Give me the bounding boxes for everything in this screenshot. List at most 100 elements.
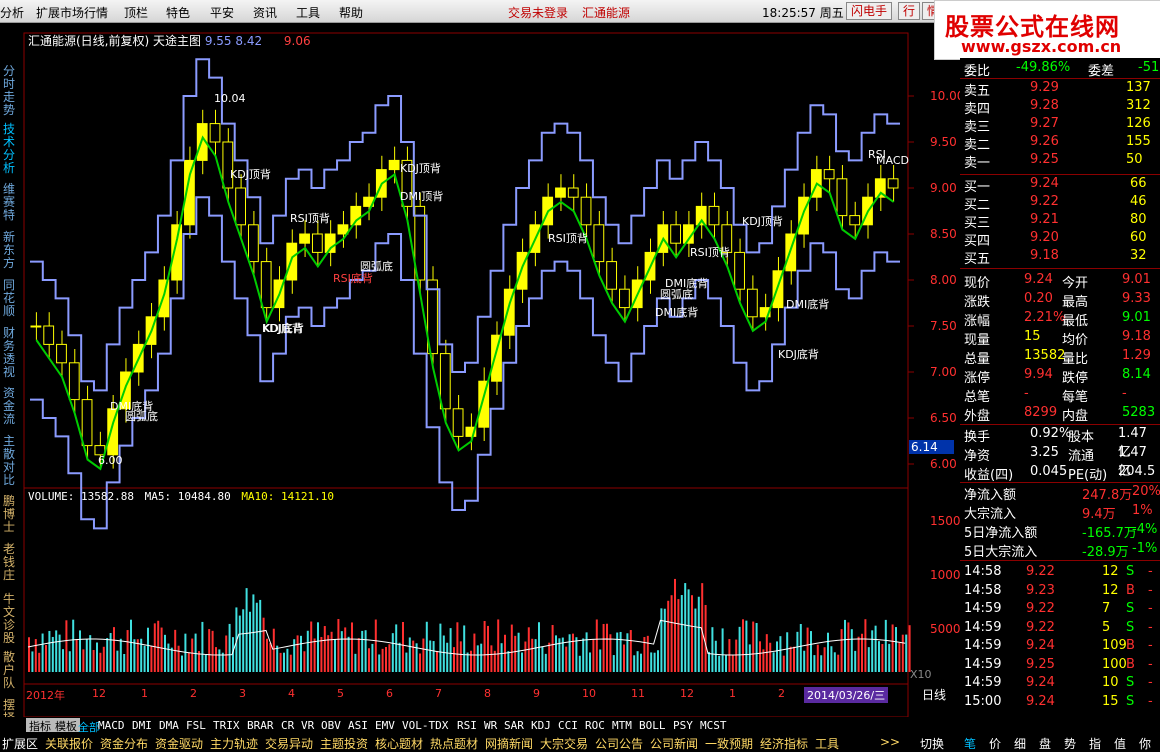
volume-bar	[204, 654, 207, 672]
fin-row: 净资 3.25 流通 1.47亿	[962, 445, 1158, 479]
quote-cell: 9.18	[1122, 329, 1151, 344]
quote-cell: 5日大宗流入	[964, 545, 1038, 560]
volume-bar	[738, 626, 741, 672]
indicator-tab[interactable]: BRAR	[247, 719, 274, 732]
quote-cell: 14:58	[964, 582, 1002, 598]
volume-bar	[150, 645, 153, 672]
extension-tab[interactable]: 核心题材	[375, 735, 423, 752]
volume-bar	[476, 645, 479, 672]
quote-cell: 14:59	[964, 601, 1002, 616]
extension-tab[interactable]: 主题投资	[320, 735, 368, 752]
switch-button[interactable]: 切换	[920, 735, 944, 752]
detail-tab[interactable]: 你	[1139, 735, 1151, 752]
bid-row: 买二 9.22 46	[962, 194, 1158, 213]
indicator-tab[interactable]: 模板	[52, 718, 80, 733]
indicator-tab[interactable]: VOL-TDX	[402, 719, 448, 732]
volume-bar	[660, 608, 663, 672]
price-tick: 7.00	[930, 365, 957, 379]
indicator-tab[interactable]: ASI	[348, 719, 368, 732]
signal-label: KDJ底背	[262, 322, 303, 335]
indicator-tab[interactable]: KDJ	[531, 719, 551, 732]
stat-row: 现价 9.24 今开 9.01	[962, 272, 1158, 291]
quote-cell: 现价	[964, 276, 991, 291]
more-tabs-button[interactable]: >>	[880, 735, 900, 749]
extension-tab[interactable]: 主力轨迹	[210, 735, 258, 752]
quote-cell: -	[1148, 675, 1153, 690]
volume-bar	[351, 622, 353, 672]
extension-tab[interactable]: 热点题材	[430, 735, 478, 752]
tick-row: 14:59 9.24 10 S -	[962, 675, 1158, 693]
extension-tab[interactable]: 资金驱动	[155, 735, 203, 752]
indicator-tab[interactable]: RSI	[457, 719, 477, 732]
signal-label: MACD	[876, 154, 909, 167]
extension-tab[interactable]: 资金分布	[100, 735, 148, 752]
detail-tab[interactable]: 值	[1114, 735, 1126, 752]
volume-bar	[453, 647, 455, 672]
volume-bar	[89, 635, 92, 672]
ask-row: 卖一 9.25 50	[962, 152, 1158, 171]
detail-tab[interactable]: 细	[1014, 735, 1026, 752]
indicator-tab[interactable]: ROC	[585, 719, 605, 732]
indicator-tab[interactable]: PSY	[673, 719, 693, 732]
ask-row: 卖三 9.27 126	[962, 116, 1158, 135]
extension-tab[interactable]: 关联报价	[45, 735, 93, 752]
indicator-tab[interactable]: BOLL	[639, 719, 666, 732]
detail-tab[interactable]: 笔	[964, 735, 976, 752]
volume-bar	[684, 583, 687, 672]
candle-body	[299, 233, 310, 244]
volume-bar	[249, 611, 251, 672]
indicator-tab[interactable]: WR	[484, 719, 497, 732]
detail-tab[interactable]: 价	[989, 735, 1001, 752]
extension-tab[interactable]: 扩展区	[2, 735, 38, 752]
indicator-tab[interactable]: OBV	[321, 719, 341, 732]
volume-bar	[711, 627, 714, 672]
quote-cell: 9.20	[1030, 230, 1059, 245]
indicator-tab[interactable]: DMI	[132, 719, 152, 732]
quote-cell: 9.29	[1030, 80, 1059, 95]
extension-tab[interactable]: 交易异动	[265, 735, 313, 752]
candle-body	[567, 187, 579, 198]
extension-tab[interactable]: 公司新闻	[650, 735, 698, 752]
indicator-tab[interactable]: DMA	[159, 719, 179, 732]
detail-tab[interactable]: 势	[1064, 735, 1076, 752]
indicator-tab[interactable]: EMV	[375, 719, 395, 732]
price-tick: 8.00	[930, 273, 957, 287]
tick-row: 14:58 9.23 12 B -	[962, 583, 1158, 601]
extension-tab[interactable]: 网摘新闻	[485, 735, 533, 752]
extension-tab[interactable]: 一致预期	[705, 735, 753, 752]
volume-bar	[470, 650, 472, 672]
indicator-tab[interactable]: 指标	[26, 718, 54, 733]
quote-cell: 总笔	[964, 390, 991, 405]
extension-tab[interactable]: 公司公告	[595, 735, 643, 752]
volume-bar	[606, 623, 608, 672]
volume-bar	[269, 643, 272, 672]
indicator-tab[interactable]: MCST	[700, 719, 727, 732]
volume-bar	[874, 625, 877, 672]
indicator-tab[interactable]: CR	[281, 719, 294, 732]
volume-bar	[905, 634, 908, 672]
volume-bar	[463, 625, 466, 672]
volume-bar	[429, 640, 432, 672]
volume-bar	[242, 609, 245, 672]
quote-cell: 卖一	[964, 156, 991, 171]
indicator-tab[interactable]: CCI	[558, 719, 578, 732]
extension-tab[interactable]: 工具	[815, 735, 839, 752]
volume-bar	[735, 639, 738, 672]
volume-bar	[147, 627, 149, 672]
detail-tab[interactable]: 指	[1089, 735, 1101, 752]
ma5-label: MA5: 10484.80	[144, 490, 231, 503]
volume-bar	[844, 619, 846, 672]
indicator-tab[interactable]: MTM	[612, 719, 632, 732]
indicator-tab[interactable]: FSL	[186, 719, 206, 732]
quote-cell: 0.20	[1024, 291, 1053, 306]
extension-tab[interactable]: 经济指标	[760, 735, 808, 752]
indicator-tab[interactable]: MACD	[98, 719, 125, 732]
indicator-tab[interactable]: SAR	[504, 719, 524, 732]
volume-bar	[442, 635, 445, 672]
indicator-tab[interactable]: 全部	[78, 719, 100, 735]
detail-tab[interactable]: 盘	[1039, 735, 1051, 752]
period-label[interactable]: 日线	[922, 686, 946, 703]
extension-tab[interactable]: 大宗交易	[540, 735, 588, 752]
indicator-tab[interactable]: TRIX	[213, 719, 240, 732]
indicator-tab[interactable]: VR	[301, 719, 314, 732]
